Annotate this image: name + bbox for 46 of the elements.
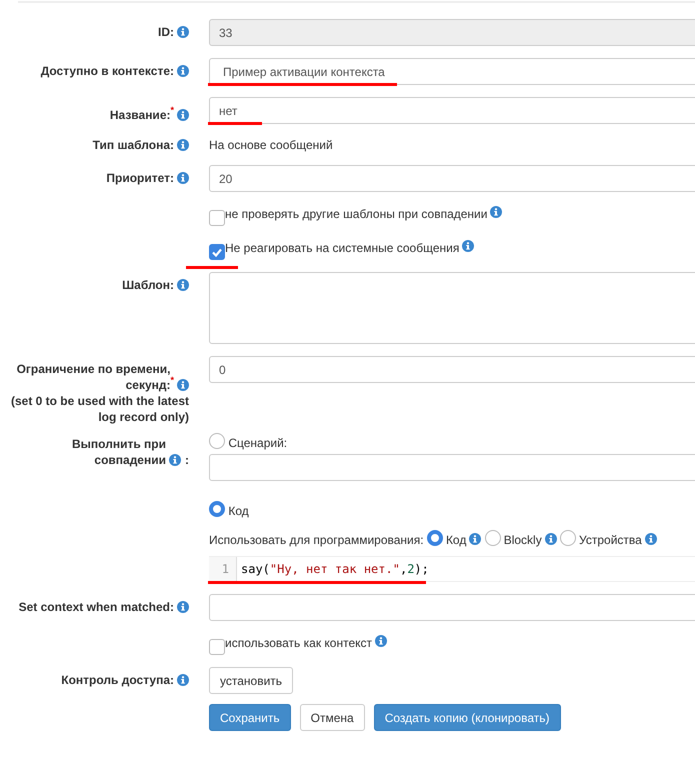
primary-button[interactable]: Сохранить — [209, 704, 291, 731]
label-note: (set 0 to be used with the latest log record only) — [10, 393, 189, 425]
checkbox-label: использовать как контекст — [225, 635, 372, 651]
checkbox[interactable] — [209, 210, 225, 226]
set-button[interactable]: установить — [209, 667, 294, 694]
field-label: Тип шаблона: — [92, 137, 174, 153]
text-field[interactable] — [209, 594, 695, 621]
field-label: Приоритет: — [106, 170, 174, 186]
field-label: Контроль доступа: — [61, 672, 174, 688]
radio-button[interactable] — [560, 530, 576, 546]
option-label: Использовать для программирования: — [209, 533, 424, 547]
required-mark: * — [170, 104, 174, 117]
field-label: Доступно в контексте: — [40, 63, 174, 79]
checkbox-label: Не реагировать на системные сообщения — [225, 240, 460, 256]
text-field[interactable]: 20 — [209, 165, 695, 192]
radio-label: Blockly — [504, 533, 542, 547]
radio-button[interactable] — [209, 501, 225, 517]
radio-button[interactable] — [426, 530, 443, 546]
radio-label: Код — [228, 504, 249, 518]
radio-button[interactable] — [484, 530, 501, 546]
field-label: Название: — [110, 107, 170, 123]
field-label: Ограничение по времени, секунд: — [16, 361, 170, 393]
field-label: Выполнить при совпадении — [71, 436, 166, 468]
radio-label: Устройства — [579, 533, 642, 547]
code-editor[interactable]: 1 say("Ну, нет так нет.",2); — [209, 556, 695, 582]
text-field[interactable]: 0 — [209, 356, 695, 383]
checkbox-label: не проверять другие шаблоны при совпадении — [225, 206, 488, 222]
code-line: say("Ну, нет так нет.",2); — [240, 562, 429, 576]
radio-button[interactable] — [209, 433, 225, 449]
checkbox[interactable] — [209, 639, 225, 655]
required-mark: * — [170, 374, 174, 387]
text-field[interactable]: нет — [209, 97, 695, 124]
label-suffix: : — [185, 452, 189, 468]
radio-label: Код — [446, 533, 466, 547]
primary-button[interactable]: Создать копию (клонировать) — [374, 704, 560, 731]
field-value: На основе сообщений — [209, 137, 333, 153]
field-label: Шаблон: — [122, 277, 174, 293]
text-field[interactable]: Пример активации контекста — [209, 58, 695, 85]
field-label: ID: — [158, 24, 174, 40]
text-field[interactable] — [209, 454, 695, 481]
checkbox[interactable] — [209, 244, 225, 260]
text-area[interactable] — [209, 272, 695, 344]
radio-label: Сценарий: — [228, 436, 288, 450]
field-label: Set context when matched: — [18, 599, 174, 615]
cancel-button[interactable]: Отмена — [300, 704, 365, 731]
line-number: 1 — [209, 557, 237, 581]
